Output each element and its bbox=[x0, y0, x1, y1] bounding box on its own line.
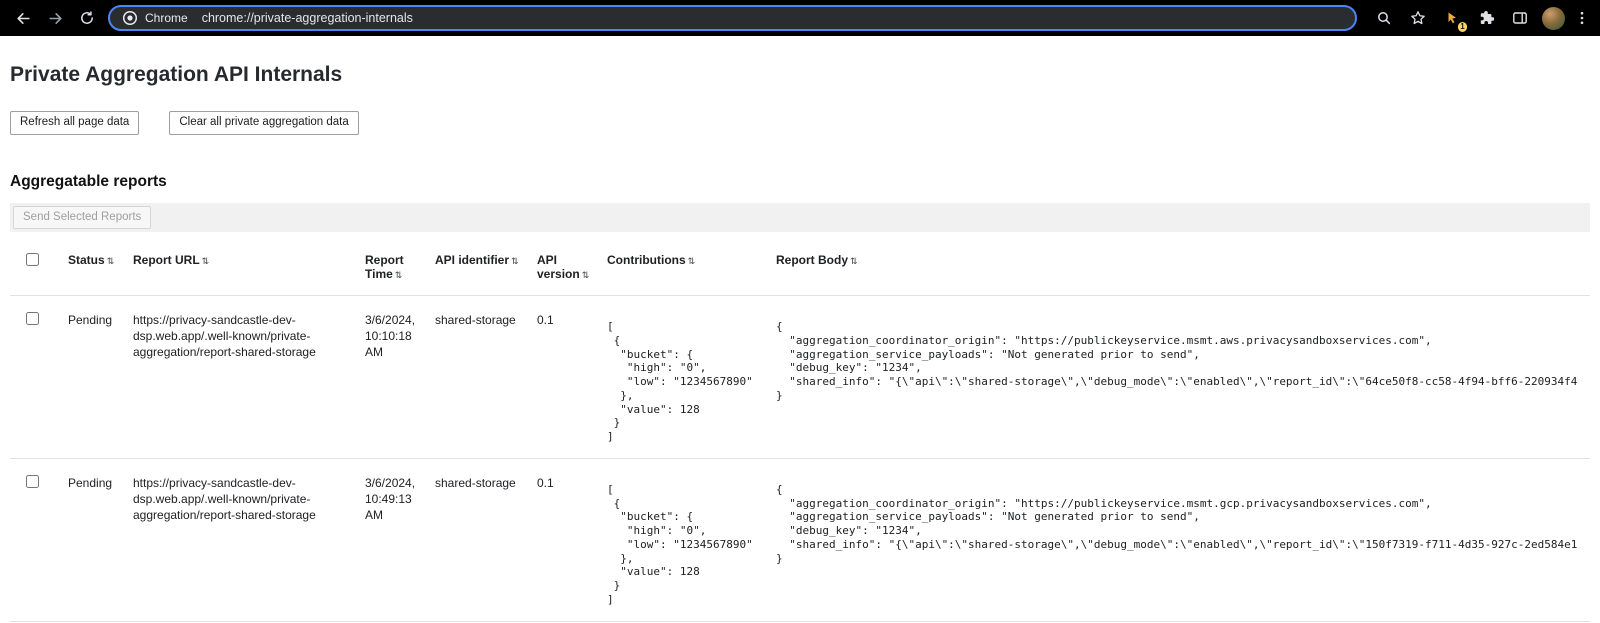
sort-icon: ⇅ bbox=[511, 256, 519, 266]
cell-report-time: 3/6/2024, 10:49:13 AM bbox=[365, 458, 435, 621]
row-checkbox[interactable] bbox=[26, 475, 39, 488]
cell-report-url: https://privacy-sandcastle-dev-dsp.web.a… bbox=[133, 296, 365, 459]
search-button[interactable] bbox=[1369, 3, 1399, 33]
col-header-label: Contributions bbox=[607, 253, 686, 267]
col-header-label: API version bbox=[537, 253, 580, 281]
sort-icon: ⇅ bbox=[850, 256, 858, 266]
chrome-logo-icon bbox=[122, 10, 138, 26]
cell-report-time: 3/6/2024, 10:10:18 AM bbox=[365, 296, 435, 459]
sort-icon: ⇅ bbox=[107, 256, 115, 266]
extensions-button[interactable] bbox=[1471, 3, 1501, 33]
kebab-menu-icon bbox=[1574, 10, 1590, 26]
bookmark-button[interactable] bbox=[1403, 3, 1433, 33]
table-header-row: Status⇅ Report URL⇅ Report Time⇅ API ide… bbox=[10, 245, 1590, 296]
cell-api-identifier: shared-storage bbox=[435, 458, 537, 621]
browser-toolbar: Chrome chrome://private-aggregation-inte… bbox=[0, 0, 1600, 36]
contributions-json: [ { "bucket": { "high": "0", "low": "123… bbox=[607, 483, 776, 607]
toolbar-actions: 1 bbox=[1369, 3, 1592, 33]
col-header-api-identifier[interactable]: API identifier⇅ bbox=[435, 245, 537, 296]
profile-avatar[interactable] bbox=[1542, 7, 1565, 30]
reload-button[interactable] bbox=[72, 3, 102, 33]
reports-table: Status⇅ Report URL⇅ Report Time⇅ API ide… bbox=[10, 245, 1590, 622]
col-header-label: Report Body bbox=[776, 253, 848, 267]
row-checkbox[interactable] bbox=[26, 312, 39, 325]
report-body-json: { "aggregation_coordinator_origin": "htt… bbox=[776, 483, 1590, 566]
select-all-cell bbox=[10, 245, 68, 296]
extension-action-button[interactable]: 1 bbox=[1437, 3, 1467, 33]
sort-icon: ⇅ bbox=[582, 270, 590, 280]
page-content: Private Aggregation API Internals Refres… bbox=[0, 36, 1600, 622]
arrow-right-icon bbox=[47, 10, 64, 27]
row-select-cell bbox=[10, 296, 68, 459]
cell-api-version: 0.1 bbox=[537, 458, 607, 621]
menu-button[interactable] bbox=[1572, 3, 1592, 33]
url-text: chrome://private-aggregation-internals bbox=[202, 11, 413, 25]
sort-icon: ⇅ bbox=[688, 256, 696, 266]
row-select-cell bbox=[10, 458, 68, 621]
cell-api-version: 0.1 bbox=[537, 296, 607, 459]
cell-contributions: [ { "bucket": { "high": "0", "low": "123… bbox=[607, 296, 776, 459]
star-icon bbox=[1410, 10, 1426, 26]
report-body-json: { "aggregation_coordinator_origin": "htt… bbox=[776, 320, 1590, 403]
page-actions: Refresh all page data Clear all private … bbox=[10, 111, 1590, 135]
section-title: Aggregatable reports bbox=[10, 173, 1590, 191]
sort-icon: ⇅ bbox=[202, 256, 210, 266]
reload-icon bbox=[79, 10, 95, 26]
cell-report-body: { "aggregation_coordinator_origin": "htt… bbox=[776, 458, 1590, 621]
col-header-api-version[interactable]: API version⇅ bbox=[537, 245, 607, 296]
select-all-checkbox[interactable] bbox=[26, 253, 39, 266]
forward-button[interactable] bbox=[40, 3, 70, 33]
clear-all-button[interactable]: Clear all private aggregation data bbox=[169, 111, 358, 135]
cell-report-body: { "aggregation_coordinator_origin": "htt… bbox=[776, 296, 1590, 459]
col-header-report-body[interactable]: Report Body⇅ bbox=[776, 245, 1590, 296]
table-row: Pending https://privacy-sandcastle-dev-d… bbox=[10, 296, 1590, 459]
side-panel-icon bbox=[1512, 10, 1528, 26]
col-header-report-url[interactable]: Report URL⇅ bbox=[133, 245, 365, 296]
page-title: Private Aggregation API Internals bbox=[10, 36, 1590, 87]
reports-toolbar: Send Selected Reports bbox=[10, 203, 1590, 233]
arrow-left-icon bbox=[15, 10, 32, 27]
search-icon bbox=[1376, 10, 1392, 26]
table-row: Pending https://privacy-sandcastle-dev-d… bbox=[10, 458, 1590, 621]
cell-contributions: [ { "bucket": { "high": "0", "low": "123… bbox=[607, 458, 776, 621]
contributions-json: [ { "bucket": { "high": "0", "low": "123… bbox=[607, 320, 776, 444]
col-header-label: Status bbox=[68, 253, 105, 267]
address-bar[interactable]: Chrome chrome://private-aggregation-inte… bbox=[108, 5, 1357, 31]
side-panel-button[interactable] bbox=[1505, 3, 1535, 33]
col-header-contributions[interactable]: Contributions⇅ bbox=[607, 245, 776, 296]
col-header-label: API identifier bbox=[435, 253, 509, 267]
cell-status: Pending bbox=[68, 296, 133, 459]
sort-icon: ⇅ bbox=[395, 270, 403, 280]
col-header-status[interactable]: Status⇅ bbox=[68, 245, 133, 296]
send-selected-button[interactable]: Send Selected Reports bbox=[13, 206, 151, 230]
refresh-all-button[interactable]: Refresh all page data bbox=[10, 111, 139, 135]
cell-status: Pending bbox=[68, 458, 133, 621]
col-header-report-time[interactable]: Report Time⇅ bbox=[365, 245, 435, 296]
puzzle-icon bbox=[1478, 10, 1494, 26]
cell-api-identifier: shared-storage bbox=[435, 296, 537, 459]
extension-badge: 1 bbox=[1457, 21, 1468, 33]
col-header-label: Report URL bbox=[133, 253, 200, 267]
back-button[interactable] bbox=[8, 3, 38, 33]
cell-report-url: https://privacy-sandcastle-dev-dsp.web.a… bbox=[133, 458, 365, 621]
site-label: Chrome bbox=[145, 11, 188, 25]
